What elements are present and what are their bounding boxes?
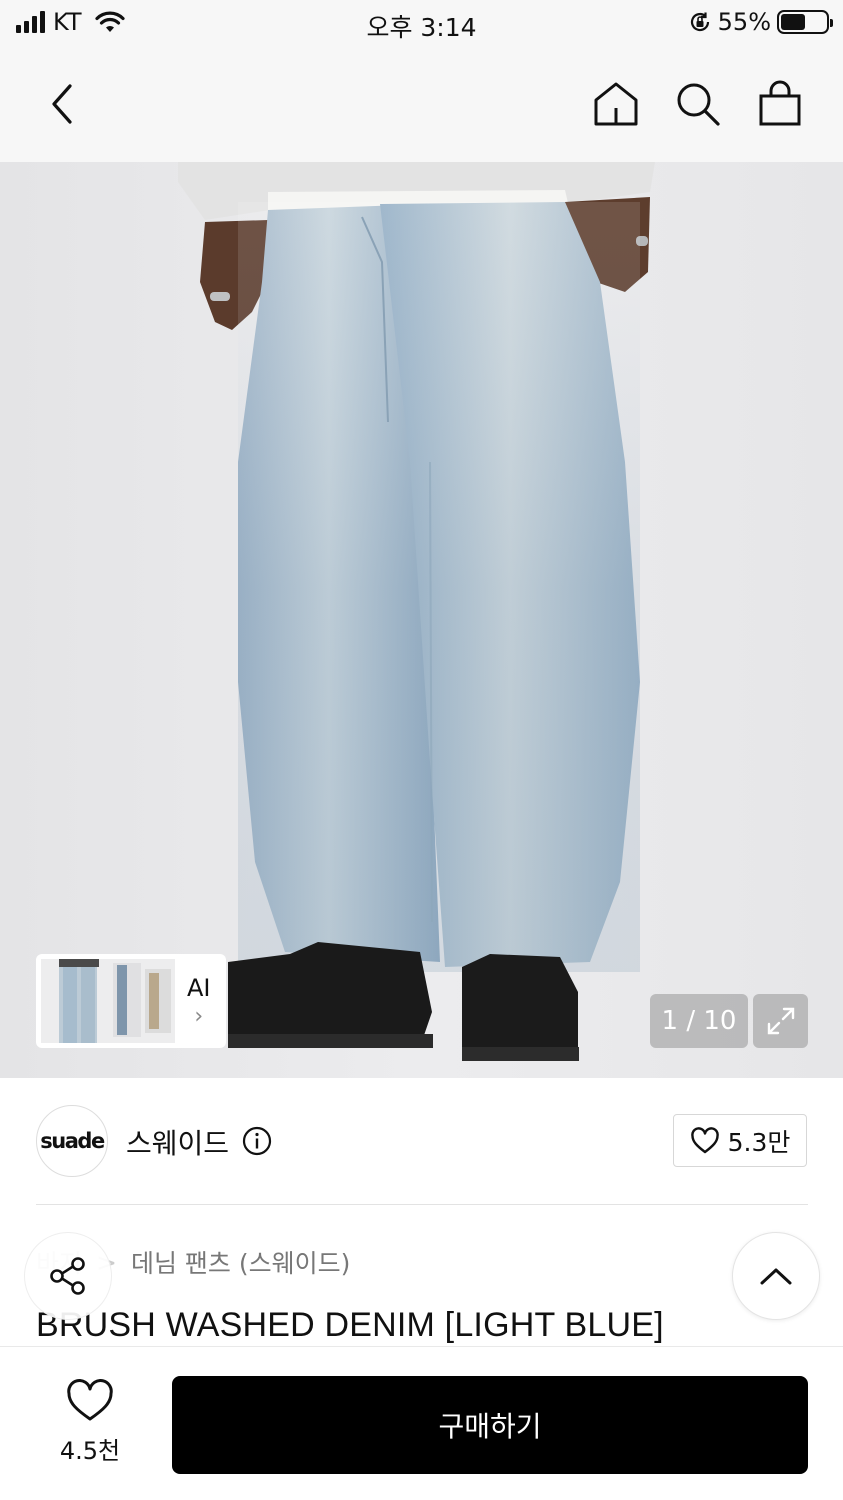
- home-icon[interactable]: [591, 78, 641, 130]
- shopping-bag-icon[interactable]: [755, 78, 805, 130]
- product-image-carousel[interactable]: AI › 1 / 10: [0, 162, 843, 1078]
- wishlist-button[interactable]: 4.5천: [52, 1379, 128, 1466]
- divider: [36, 1204, 808, 1205]
- heart-icon: [690, 1126, 719, 1153]
- breadcrumb-category[interactable]: 데님 팬츠 (스웨이드): [131, 1244, 350, 1280]
- brand-logo[interactable]: suade: [36, 1105, 108, 1177]
- share-button[interactable]: [24, 1232, 112, 1320]
- scroll-top-button[interactable]: [732, 1232, 820, 1320]
- product-photo: [0, 162, 843, 1078]
- expand-icon[interactable]: [753, 994, 808, 1048]
- battery-icon: [777, 10, 833, 34]
- status-right: 55%: [688, 8, 833, 36]
- battery-percent: 55%: [717, 8, 771, 36]
- wishlist-count: 4.5천: [59, 1437, 121, 1465]
- ai-text: AI ›: [187, 974, 211, 1029]
- chevron-right-icon: ›: [194, 1003, 204, 1029]
- image-counter: 1 / 10: [650, 994, 748, 1048]
- nav-actions: [591, 78, 805, 130]
- product-title: BRUSH WASHED DENIM [LIGHT BLUE]: [36, 1306, 664, 1344]
- bottom-action-bar: 4.5천 구매하기: [0, 1346, 843, 1500]
- heart-icon: [67, 1379, 113, 1421]
- search-icon[interactable]: [673, 78, 723, 130]
- brand-row: suade 스웨이드 5.3만: [0, 1078, 843, 1206]
- brand-like-count: 5.3만: [727, 1127, 791, 1157]
- brand-like-button[interactable]: 5.3만: [673, 1114, 807, 1167]
- rotation-lock-icon: [690, 12, 709, 32]
- nav-bar: [0, 48, 843, 162]
- ai-label: AI: [187, 973, 211, 1002]
- share-icon: [50, 1257, 85, 1295]
- back-icon[interactable]: [40, 76, 88, 132]
- ai-styling-chip[interactable]: AI ›: [36, 954, 226, 1048]
- info-icon[interactable]: [242, 1126, 272, 1156]
- chevron-up-icon: [760, 1268, 792, 1285]
- buy-button[interactable]: 구매하기: [172, 1376, 808, 1474]
- brand-name[interactable]: 스웨이드: [126, 1122, 229, 1162]
- status-bar: KT 오후 3:14 55%: [0, 0, 843, 48]
- ai-thumbnail: [41, 959, 175, 1043]
